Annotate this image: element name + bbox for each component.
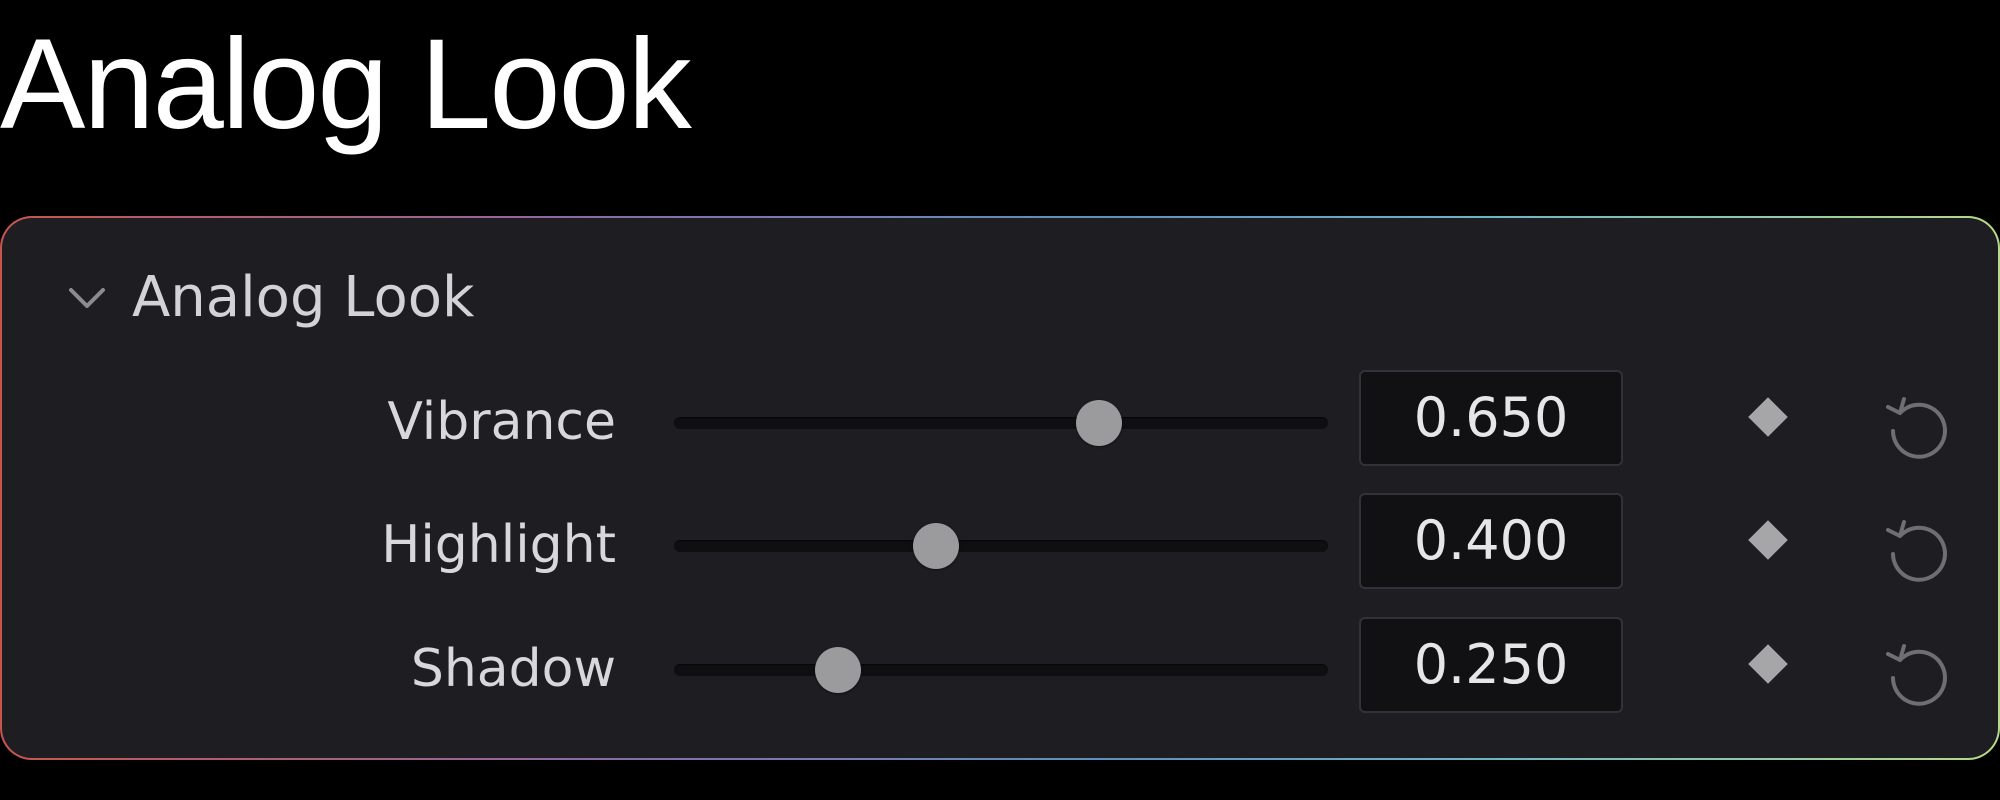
reset-icon[interactable]	[1878, 510, 1958, 590]
page-title: Analog Look	[0, 13, 692, 156]
param-label: Highlight	[381, 515, 616, 575]
slider-thumb[interactable]	[814, 647, 861, 693]
param-row-highlight: Highlight 0.400	[2, 490, 2000, 600]
highlight-slider[interactable]	[674, 523, 1328, 569]
slider-thumb[interactable]	[1076, 400, 1123, 446]
param-row-vibrance: Vibrance 0.650	[2, 367, 2000, 477]
chevron-down-icon[interactable]	[62, 273, 112, 323]
param-row-shadow: Shadow 0.250	[2, 614, 2000, 724]
analog-look-panel-border: Analog Look Vibrance 0.650 Highlight 0.4…	[0, 216, 2000, 760]
highlight-value-field[interactable]: 0.400	[1359, 493, 1623, 589]
keyframe-diamond-icon[interactable]	[1740, 512, 1796, 568]
reset-icon[interactable]	[1878, 387, 1958, 467]
vibrance-slider[interactable]	[674, 400, 1328, 446]
analog-look-panel: Analog Look Vibrance 0.650 Highlight 0.4…	[2, 218, 1998, 758]
keyframe-diamond-icon[interactable]	[1740, 636, 1796, 692]
shadow-value-field[interactable]: 0.250	[1359, 617, 1623, 713]
panel-header-toggle[interactable]: Analog Look	[62, 248, 474, 348]
reset-icon[interactable]	[1878, 634, 1958, 714]
param-label: Shadow	[410, 639, 616, 699]
panel-title: Analog Look	[132, 265, 475, 330]
shadow-slider[interactable]	[674, 647, 1328, 693]
param-label: Vibrance	[387, 392, 616, 452]
slider-track[interactable]	[674, 664, 1328, 676]
slider-track[interactable]	[674, 417, 1328, 429]
keyframe-diamond-icon[interactable]	[1740, 389, 1796, 445]
slider-track[interactable]	[674, 540, 1328, 552]
slider-thumb[interactable]	[912, 523, 959, 569]
vibrance-value-field[interactable]: 0.650	[1359, 370, 1623, 466]
